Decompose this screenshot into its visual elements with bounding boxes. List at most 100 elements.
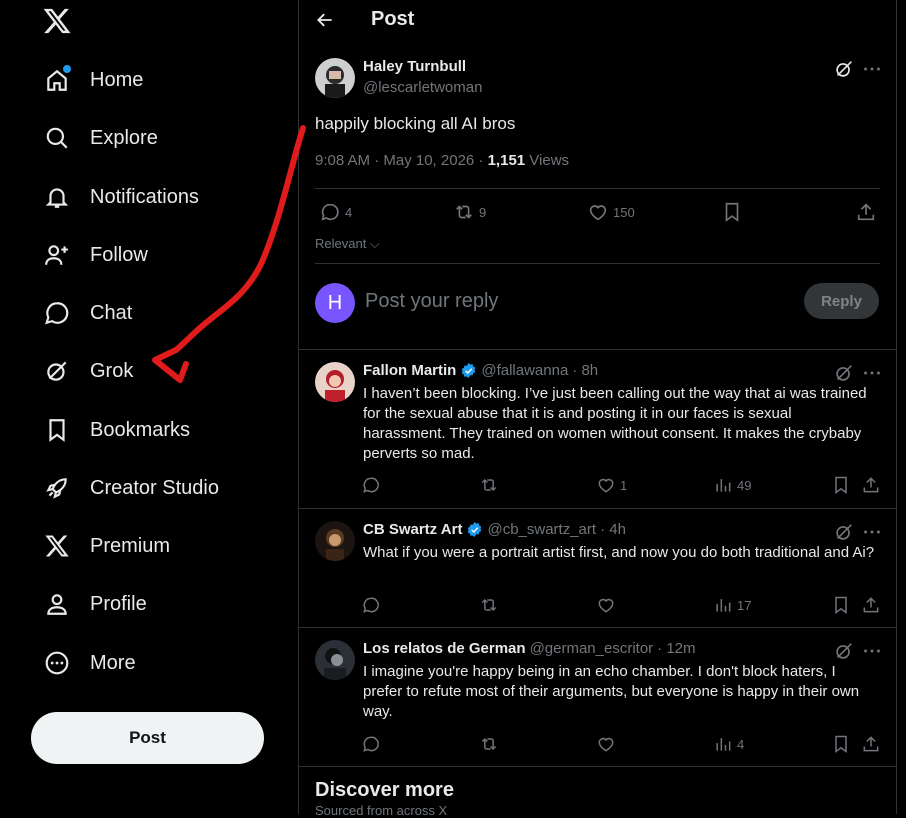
sidebar-item-bookmarks[interactable]: Bookmarks [28,406,206,454]
share-action[interactable] [861,475,881,495]
heart-icon [598,737,614,752]
more-dots-icon[interactable] [861,58,883,80]
reply-time[interactable]: · 4h [600,521,626,538]
timestamp[interactable]: 9:08 AM · May 10, 2026 · [315,152,488,169]
reply-time[interactable]: · 8h [572,362,598,379]
reply-author-name[interactable]: Los relatos de German [363,640,526,657]
reply-button[interactable]: Reply [804,283,879,319]
reply-action[interactable] [361,475,381,495]
heart-icon [598,598,614,613]
like-action[interactable]: 150 [587,201,635,223]
reply-text: What if you were a portrait artist first… [363,544,875,561]
views-count: 4 [737,736,745,752]
grok-icon[interactable] [833,58,855,80]
sidebar-item-label: Creator Studio [90,476,219,499]
sidebar-item-home[interactable]: Home [28,56,159,104]
reply-author-handle[interactable]: @cb_swartz_art [487,521,596,538]
grok-icon [44,358,70,384]
reply-author-handle[interactable]: @german_escritor [530,640,654,657]
reply-time[interactable]: · 12m [657,640,695,657]
like-action[interactable] [596,734,616,754]
chat-bubble-icon [44,300,70,326]
reply-header: CB Swartz Art @cb_swartz_art · 4h [363,521,626,538]
share-icon [863,477,879,493]
reply-author-name[interactable]: CB Swartz Art [363,521,462,538]
sidebar-item-premium[interactable]: Premium [28,522,186,570]
column-divider [896,0,897,814]
sidebar-item-creator-studio[interactable]: Creator Studio [28,464,235,512]
post-text: happily blocking all AI bros [315,114,516,133]
share-action[interactable] [861,595,881,615]
views-count: 1,151 [487,152,526,169]
home-icon [44,65,71,93]
sidebar-item-notifications[interactable]: Notifications [28,173,215,221]
avatar[interactable] [315,521,355,561]
grok-icon[interactable] [833,640,855,662]
more-dots-icon[interactable] [861,521,883,543]
chevron-down-icon: ⌵ [366,236,380,251]
views-action[interactable]: 4 [713,734,744,754]
author-handle[interactable]: @lescarletwoman [363,79,482,96]
discover-title: Discover more [315,779,454,801]
avatar[interactable] [315,362,355,402]
more-dots-icon[interactable] [861,640,883,662]
grok-icon[interactable] [833,521,855,543]
post-button[interactable]: Post [31,712,264,764]
x-logo-icon[interactable] [42,6,72,36]
avatar[interactable] [315,58,355,98]
analytics-icon [716,738,731,751]
reply-icon [321,203,339,221]
bell-icon [44,184,70,210]
avatar[interactable]: H [315,283,355,323]
analytics-icon [716,479,731,492]
back-arrow-icon[interactable] [315,10,335,30]
page-title: Post [371,8,415,30]
sidebar-item-chat[interactable]: Chat [28,289,148,337]
reply-header: Los relatos de German @german_escritor ·… [363,640,696,657]
avatar[interactable] [315,640,355,680]
like-count: 1 [620,477,628,493]
sidebar-item-more[interactable]: More [28,639,152,687]
person-icon [44,591,70,617]
views-action[interactable]: 17 [713,595,751,615]
sort-dropdown[interactable]: Relevant ⌵ [315,236,380,252]
reply-author-name[interactable]: Fallon Martin [363,362,456,379]
reply-item[interactable]: Fallon Martin @fallawanna · 8h I haven’t… [299,350,896,508]
repost-action[interactable] [479,475,499,495]
reply-icon [363,736,379,752]
like-action[interactable]: 1 [596,475,627,495]
reply-input[interactable]: Post your reply [365,290,498,313]
post-meta: 9:08 AM · May 10, 2026 · 1,151 Views [315,152,569,169]
bookmark-action[interactable] [831,475,851,495]
repost-action[interactable] [479,595,499,615]
repost-action[interactable] [479,734,499,754]
analytics-icon [716,599,731,612]
repost-action[interactable]: 9 [453,201,486,223]
grok-icon[interactable] [833,362,855,384]
bookmark-action[interactable] [831,595,851,615]
reply-action[interactable] [361,734,381,754]
share-action[interactable] [861,734,881,754]
sidebar-item-follow[interactable]: Follow [28,231,164,279]
repost-count: 9 [479,204,487,220]
sidebar-item-explore[interactable]: Explore [28,114,174,162]
reply-author-handle[interactable]: @fallawanna [481,362,568,379]
more-dots-icon[interactable] [861,362,883,384]
bookmark-action[interactable] [721,201,743,223]
views-action[interactable]: 49 [713,475,751,495]
sidebar-item-profile[interactable]: Profile [28,580,163,628]
repost-icon [481,598,497,612]
sidebar-item-label: Profile [90,592,147,615]
views-count: 17 [737,597,752,613]
bookmark-action[interactable] [831,734,851,754]
share-action[interactable] [855,201,877,223]
author-name[interactable]: Haley Turnbull [363,58,466,75]
reply-item[interactable]: CB Swartz Art @cb_swartz_art · 4h What i… [299,509,896,627]
sidebar-item-grok[interactable]: Grok [28,347,149,395]
reply-action[interactable]: 4 [319,201,352,223]
sort-label: Relevant [315,236,367,251]
reply-action[interactable] [361,595,381,615]
reply-item[interactable]: Los relatos de German @german_escritor ·… [299,628,896,766]
like-action[interactable] [596,595,616,615]
reply-header: Fallon Martin @fallawanna · 8h [363,362,598,379]
